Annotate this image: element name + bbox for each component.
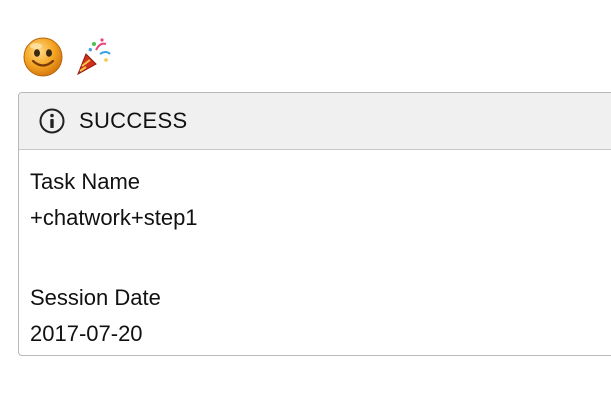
session-date-value: 2017-07-20 [30,321,143,346]
field-spacer [30,236,611,280]
panel-title: SUCCESS [79,108,188,133]
party-popper-icon [72,36,114,78]
session-date-label: Session Date [30,285,161,310]
info-circle-icon [39,108,65,134]
smiley-face-icon [22,36,64,78]
task-name-label: Task Name [30,169,141,194]
panel-body: Task Name +chatwork+step1 Session Date 2… [19,150,611,352]
success-panel: SUCCESS Task Name +chatwork+step1 Sessio… [18,92,611,356]
task-name-value: +chatwork+step1 [30,205,198,230]
panel-header: SUCCESS [19,93,611,150]
emoji-row [22,35,114,79]
